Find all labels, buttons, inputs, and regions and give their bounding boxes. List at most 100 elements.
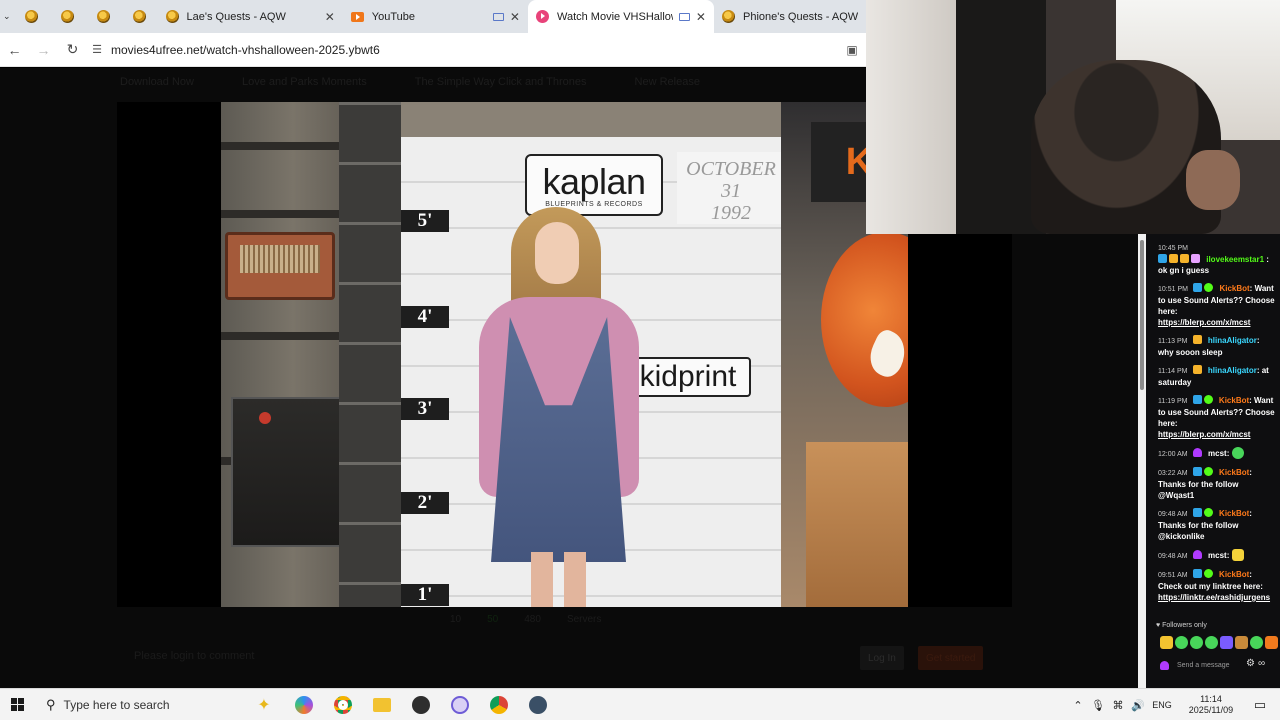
option-3[interactable]: 480 (524, 614, 541, 625)
broadcaster-badge-icon (1192, 550, 1202, 559)
chat-username[interactable]: hlinaAligator (1208, 366, 1257, 375)
volume-icon[interactable]: 🔊 (1128, 699, 1148, 712)
browser-toolbar: ← → ↻ ☰ movies4ufree.net/watch-vhshallow… (0, 33, 866, 67)
back-arrow-icon[interactable]: ← (0, 33, 29, 67)
video-frame[interactable]: 5' 4' 3' 2' 1' kaplan BLUEPRINTS & RECOR… (221, 102, 908, 607)
chat-username[interactable]: ilovekeemstar1 (1206, 255, 1264, 264)
chat-username[interactable]: KickBot (1219, 396, 1249, 405)
emote-icon[interactable] (1220, 636, 1233, 649)
tab-watch-movie[interactable]: Watch Movie VHSHalloween 2025 ✕ (527, 0, 714, 33)
link-new-release[interactable]: New Release (635, 76, 700, 88)
tab-close-icon[interactable]: ✕ (510, 10, 520, 24)
pinned-tab-aqw-2[interactable] (50, 0, 86, 33)
taskbar-app-chrome[interactable] (323, 689, 362, 720)
emote-icon[interactable] (1265, 636, 1278, 649)
taskbar-app-chrome-2[interactable] (479, 689, 518, 720)
kaplan-sign-text: kaplan (542, 160, 646, 202)
stereo-equipment (231, 397, 351, 547)
chat-message: 09:51 AM KickBot: Check out my linktree … (1158, 569, 1271, 602)
webcam-wall (866, 0, 956, 234)
tab-laes-quests[interactable]: Lae's Quests - AQW ✕ (158, 0, 343, 33)
tray-chevron-icon[interactable]: ⌃ (1068, 699, 1088, 712)
chat-message: 11:14 PM hlinaAligator: at saturday (1158, 365, 1269, 387)
date-card-month: OCTOBER (686, 158, 776, 180)
taskbar-app-game[interactable] (518, 689, 557, 720)
link-related-2[interactable]: The Simple Way Click and Thrones (415, 76, 587, 88)
taskbar-search-placeholder: Type here to search (63, 697, 170, 712)
clock-time: 11:14 (1200, 694, 1222, 704)
taskbar-app-explorer[interactable] (362, 689, 401, 720)
language-indicator[interactable]: ENG (1148, 700, 1176, 710)
system-tray: ⌃ 🎙 ⌘ 🔊 ENG 11:14 2025/11/09 ▭ (1068, 689, 1280, 720)
notification-icon[interactable]: ▭ (1240, 697, 1280, 713)
taskbar-app-copilot[interactable] (284, 689, 323, 720)
chat-link[interactable]: https://blerp.com/x/mcst (1158, 430, 1250, 439)
chat-scrollbar-thumb[interactable] (1140, 240, 1144, 390)
tab-youtube[interactable]: YouTube ✕ (343, 0, 528, 33)
login-button[interactable]: Log In (860, 646, 904, 670)
chat-message: 09:48 AM KickBot: Thanks for the follow … (1158, 508, 1252, 541)
pinned-tab-aqw-4[interactable] (122, 0, 158, 33)
option-2[interactable]: 50 (487, 614, 498, 625)
taskbar-search[interactable]: ⚲ Type here to search (34, 689, 244, 720)
aqw-favicon-icon (61, 10, 75, 23)
emote-icon[interactable] (1190, 636, 1203, 649)
option-1[interactable]: 10 (450, 614, 461, 625)
chat-input[interactable]: Send a message (1160, 656, 1244, 674)
chat-time: 11:14 PM (1158, 368, 1188, 375)
taskbar-app-snipping[interactable] (440, 689, 479, 720)
tab-close-icon[interactable]: ✕ (325, 10, 335, 24)
emote-icon[interactable] (1205, 636, 1218, 649)
chat-username[interactable]: KickBot (1219, 509, 1249, 518)
chat-messages: 10:45 PM ilovekeemstar1 : ok gn i guess … (1158, 242, 1276, 610)
chat-text: why sooon sleep (1158, 348, 1223, 357)
start-button[interactable] (0, 689, 34, 720)
chat-text: Thanks for the follow @Wqast1 (1158, 480, 1239, 500)
screen: { "browser": { "tabs": [ {"label": "Lae'… (0, 0, 1280, 720)
taskbar-app-obs[interactable] (401, 689, 440, 720)
link-download[interactable]: Download Now (120, 76, 194, 88)
signup-button[interactable]: Get started (918, 646, 984, 670)
chat-message: 11:13 PM hlinaAligator: why sooon sleep (1158, 335, 1260, 357)
clock[interactable]: 11:14 2025/11/09 (1182, 694, 1240, 716)
chat-username[interactable]: mcst (1208, 449, 1227, 458)
chat-more-icon[interactable]: ∞ (1258, 658, 1268, 669)
microphone-icon[interactable]: 🎙 (1088, 699, 1108, 712)
address-bar[interactable]: movies4ufree.net/watch-vhshalloween-2025… (111, 43, 838, 57)
tab-search-chevron-icon[interactable]: ⌄ (0, 0, 14, 33)
emote-icon[interactable] (1250, 636, 1263, 649)
browser-tab-strip: ⌄ Lae's Quests - AQW ✕ YouTube ✕ Watch M… (0, 0, 866, 33)
chat-link[interactable]: https://blerp.com/x/mcst (1158, 318, 1250, 327)
chat-username[interactable]: hlinaAligator (1208, 336, 1257, 345)
chat-time: 03:22 AM (1158, 470, 1188, 477)
chat-username[interactable]: mcst (1208, 551, 1227, 560)
broadcaster-badge-icon (1160, 660, 1169, 670)
followers-only-notice: ♥ Followers only (1156, 622, 1207, 629)
verified-badge-icon (1158, 254, 1167, 263)
emote-icon[interactable] (1175, 636, 1188, 649)
tab-label: YouTube (371, 10, 415, 23)
gift-badge-icon (1191, 254, 1200, 263)
emote-icon[interactable] (1235, 636, 1248, 649)
chat-link[interactable]: https://linktr.ee/rashidjurgens (1158, 593, 1270, 602)
red-knob (259, 412, 271, 424)
quality-options: 10 50 480 Servers (450, 614, 601, 625)
tab-close-icon[interactable]: ✕ (696, 10, 706, 24)
windows-taskbar: ⚲ Type here to search ✦ ⌃ 🎙 ⌘ 🔊 ENG 11:1… (0, 688, 1280, 720)
option-servers[interactable]: Servers (567, 614, 601, 625)
chat-username[interactable]: KickBot (1219, 570, 1249, 579)
reload-icon[interactable]: ↻ (58, 33, 87, 67)
forward-arrow-icon[interactable]: → (29, 33, 58, 67)
pinned-tab-aqw-3[interactable] (86, 0, 122, 33)
search-highlight-icon[interactable]: ✦ (244, 695, 284, 715)
camera-blocked-icon[interactable]: ▣ (838, 43, 866, 57)
tab-phiones-quests[interactable]: Phione's Quests - AQW (714, 0, 866, 33)
network-icon[interactable]: ⌘ (1108, 699, 1128, 712)
site-info-icon[interactable]: ☰ (87, 43, 107, 56)
chat-settings-icon[interactable]: ⚙ (1246, 658, 1258, 669)
chat-username[interactable]: KickBot (1219, 468, 1249, 477)
chat-username[interactable]: KickBot (1219, 284, 1249, 293)
link-related-1[interactable]: Love and Parks Moments (242, 76, 367, 88)
pinned-tab-aqw-1[interactable] (14, 0, 50, 33)
emote-icon[interactable] (1160, 636, 1173, 649)
